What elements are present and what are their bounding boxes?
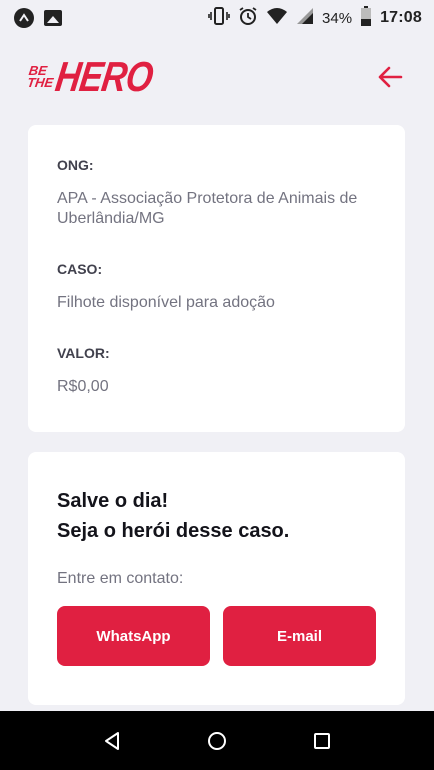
app-a-icon <box>14 8 34 28</box>
hero-title-line1: Salve o dia! <box>57 490 169 512</box>
status-bar: 34% 17:08 <box>0 0 434 36</box>
logo-word-the: THE <box>26 75 55 90</box>
ong-label: ONG: <box>57 157 94 173</box>
nav-recents-button[interactable] <box>302 721 342 761</box>
back-triangle-icon <box>105 731 120 750</box>
value-value: R$0,00 <box>57 378 109 395</box>
contact-description: Entre em contato: <box>57 570 184 587</box>
logo-small-text: BE THE <box>26 63 55 90</box>
clock: 17:08 <box>380 9 422 26</box>
wifi-icon <box>266 7 288 29</box>
nav-back-button[interactable] <box>92 721 132 761</box>
case-label: CASO: <box>57 261 103 277</box>
email-button[interactable]: E-mail <box>223 606 376 666</box>
logo-word-hero: HERO <box>52 53 156 100</box>
contact-actions: WhatsApp E-mail <box>57 606 376 666</box>
nav-home-button[interactable] <box>197 721 237 761</box>
vibrate-icon <box>208 7 230 29</box>
incident-details-card: ONG: APA - Associação Protetora de Anima… <box>28 125 405 432</box>
signal-icon <box>296 7 314 29</box>
status-left <box>14 8 62 28</box>
back-button[interactable] <box>374 61 406 93</box>
recents-square-icon <box>313 732 330 749</box>
value-label: VALOR: <box>57 345 110 361</box>
home-circle-icon <box>207 731 226 750</box>
arrow-left-icon <box>378 66 403 88</box>
battery-icon <box>360 6 372 30</box>
whatsapp-button[interactable]: WhatsApp <box>57 606 210 666</box>
battery-percent: 34% <box>322 9 353 27</box>
header: BE THE HERO <box>26 52 406 102</box>
status-right: 34% 17:08 <box>208 6 422 30</box>
alarm-icon <box>238 6 258 30</box>
navigation-bar <box>0 711 434 770</box>
hero-title-line2: Seja o herói desse caso. <box>57 520 290 542</box>
ong-value: APA - Associação Protetora de Animais de… <box>57 190 358 227</box>
case-value: Filhote disponível para adoção <box>57 294 275 311</box>
contact-card: Salve o dia! Seja o herói desse caso. En… <box>28 452 405 705</box>
image-icon <box>44 10 62 26</box>
be-the-hero-logo: BE THE HERO <box>26 53 173 101</box>
